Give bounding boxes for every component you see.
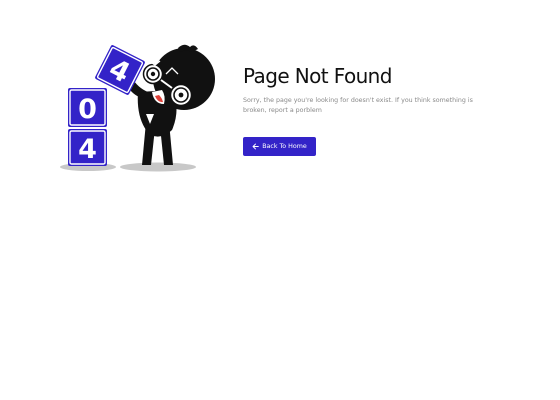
page-title: Page Not Found: [243, 64, 392, 88]
character-shadow: [120, 162, 196, 172]
block-bottom: 4: [68, 129, 107, 166]
block-middle: 0: [68, 88, 107, 127]
arrow-left-icon: [252, 143, 260, 150]
block-digit-bottom: 4: [78, 134, 97, 165]
not-found-content: Page Not Found Sorry, the page you're lo…: [243, 62, 483, 156]
back-to-home-label: Back To Home: [262, 143, 307, 150]
404-character-illustration: 4 0 4: [60, 44, 215, 172]
block-digit-middle: 0: [78, 94, 97, 125]
error-message: Sorry, the page you're looking for doesn…: [243, 97, 473, 114]
404-illustration: 4 0 4: [58, 40, 220, 176]
back-to-home-button[interactable]: Back To Home: [243, 137, 316, 156]
not-found-page: 4 0 4 Page Not Found Sorry, the page you…: [0, 0, 560, 400]
